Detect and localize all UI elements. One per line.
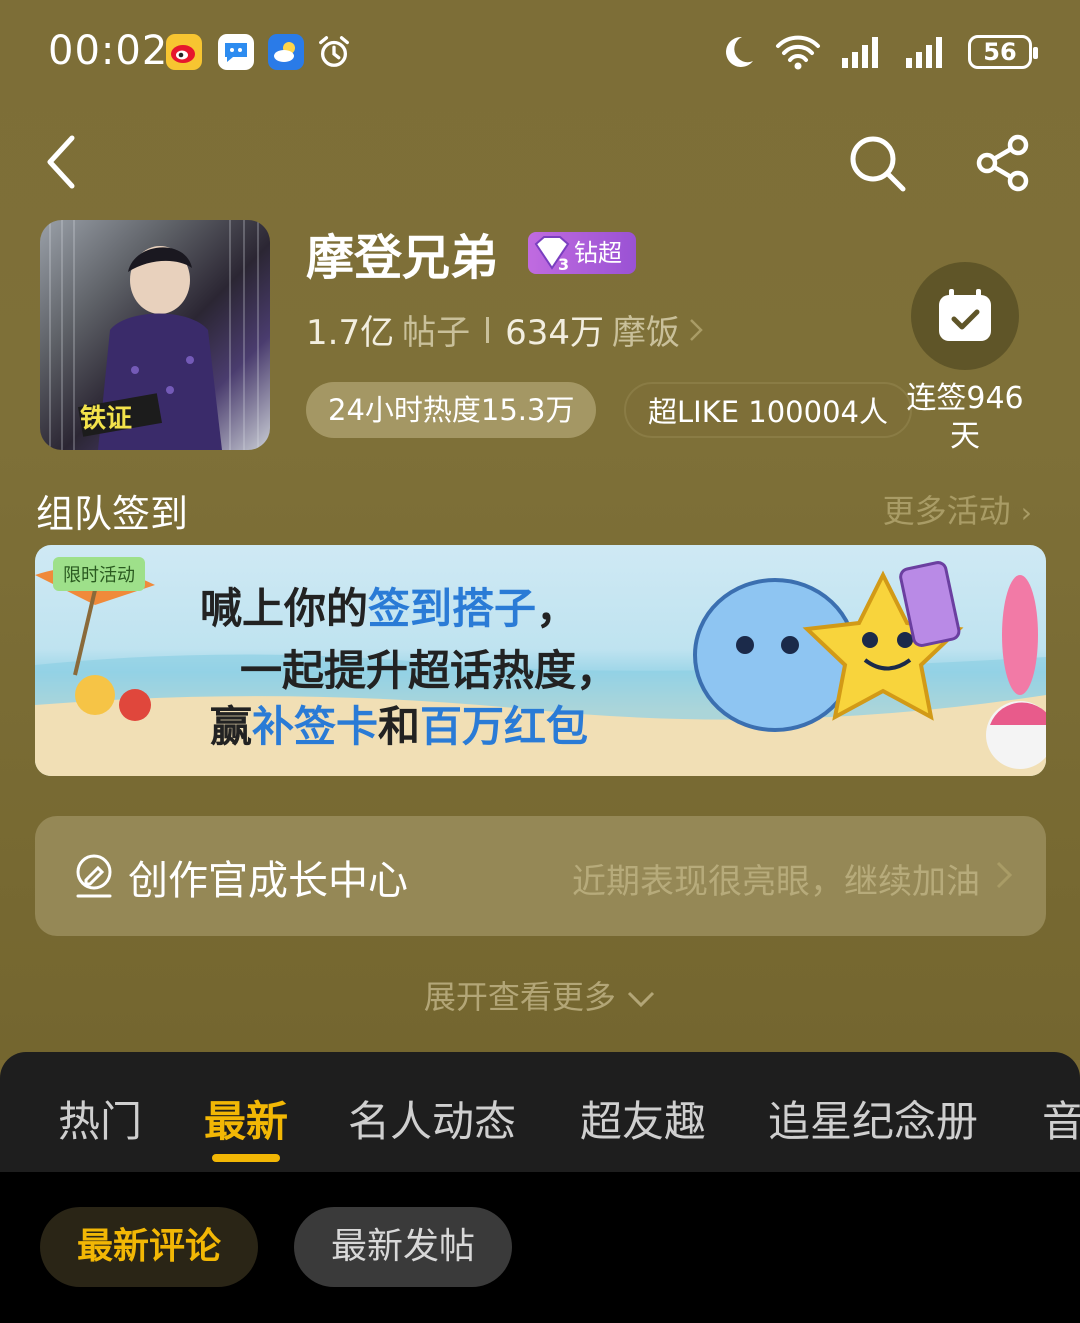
banner-text: ， xyxy=(536,584,579,633)
back-icon xyxy=(47,135,75,189)
more-activities-label: 更多活动 xyxy=(882,492,1011,530)
banner-text: 赢 xyxy=(210,702,253,751)
weibo-icon xyxy=(166,34,202,70)
banner-line-1: 喊上你的签到搭子， xyxy=(200,575,578,636)
svg-text:3: 3 xyxy=(558,255,569,272)
banner-highlight: 补签卡 xyxy=(252,702,379,751)
battery-indicator: 56 xyxy=(968,35,1038,69)
banner-text: 喊上你的 xyxy=(200,584,369,633)
checkin-streak-line2: 天 xyxy=(950,419,980,454)
more-activities-link[interactable]: 更多活动 › xyxy=(883,486,1032,532)
posts-label: 帖子 xyxy=(402,313,471,353)
tab-music[interactable]: 音 xyxy=(1042,1088,1080,1149)
growth-center-title: 创作官成长中心 xyxy=(128,858,408,904)
weather-icon xyxy=(268,34,304,70)
team-checkin-title: 组队签到 xyxy=(36,492,189,536)
stats-divider xyxy=(486,316,490,343)
banner-line-3: 赢补签卡和百万红包 xyxy=(210,693,588,754)
signal-icon-2 xyxy=(906,37,942,68)
tab-latest[interactable]: 最新 xyxy=(204,1088,288,1149)
tab-hot[interactable]: 热门 xyxy=(58,1088,142,1149)
status-indicators: 56 xyxy=(720,30,1038,74)
badge-label: 钻超 xyxy=(574,239,622,267)
svg-text:铁证: 铁证 xyxy=(80,403,132,434)
banner-highlight: 百万红包 xyxy=(420,702,589,751)
calendar-check-icon xyxy=(939,289,991,341)
search-icon xyxy=(850,136,906,192)
chevron-right-icon xyxy=(996,861,1013,889)
team-checkin-banner[interactable]: 限时活动 喊上你的签到搭子， 一起提升超话热度， 赢补签卡和百万红包 xyxy=(35,545,1046,776)
checkin-streak: 连签946 天 xyxy=(900,380,1030,456)
expand-more-label: 展开查看更多 xyxy=(423,978,616,1016)
tab-super-fun[interactable]: 超友趣 xyxy=(580,1088,706,1149)
limited-time-tag: 限时活动 xyxy=(53,557,145,591)
share-icon xyxy=(976,134,1029,192)
banner-line-2: 一起提升超话热度， xyxy=(240,646,619,695)
chevron-down-icon xyxy=(628,991,655,1008)
fans-label[interactable]: 摩饭 xyxy=(612,305,680,354)
community-cover-image[interactable]: 铁证 xyxy=(40,220,270,450)
signal-icon xyxy=(842,37,878,68)
active-tab-indicator xyxy=(212,1154,280,1162)
growth-center-hint: 近期表现很亮眼，继续加油 xyxy=(572,862,980,902)
diamond-icon: 3 xyxy=(534,236,570,272)
wifi-icon xyxy=(776,35,820,70)
latest-comments-chip[interactable]: 最新评论 xyxy=(40,1207,258,1287)
tab-celebrity-updates[interactable]: 名人动态 xyxy=(348,1088,516,1149)
community-stats: 1.7亿 帖子 634万 摩饭 xyxy=(306,305,704,354)
banner-text: 和 xyxy=(378,702,421,751)
chevron-right-icon xyxy=(690,318,703,341)
fans-count: 634万 xyxy=(505,313,604,353)
community-title: 摩登兄弟 xyxy=(306,230,499,286)
diamond-badge[interactable]: 3 钻超 xyxy=(528,232,636,274)
latest-posts-chip[interactable]: 最新发帖 xyxy=(294,1207,512,1287)
tab-fan-album[interactable]: 追星纪念册 xyxy=(768,1088,978,1149)
checkin-streak-line1: 连签946 xyxy=(906,381,1024,416)
super-like-pill[interactable]: 超LIKE 100004人 xyxy=(624,382,912,438)
heat-pill[interactable]: 24小时热度15.3万 xyxy=(306,382,597,438)
banner-highlight: 签到搭子 xyxy=(368,584,537,633)
status-time: 00:02 xyxy=(48,28,169,74)
checkin-button[interactable] xyxy=(911,262,1019,370)
creator-pen-icon xyxy=(76,854,112,898)
back-button[interactable] xyxy=(30,130,90,194)
posts-count: 1.7亿 xyxy=(306,313,395,353)
expand-more-link[interactable]: 展开查看更多 xyxy=(0,972,1080,1018)
chat-icon xyxy=(218,34,254,70)
chevron-right-icon: › xyxy=(1020,496,1032,529)
moon-icon xyxy=(726,36,753,67)
share-button[interactable] xyxy=(968,128,1038,198)
alarm-icon xyxy=(316,34,352,70)
search-button[interactable] xyxy=(842,128,912,198)
